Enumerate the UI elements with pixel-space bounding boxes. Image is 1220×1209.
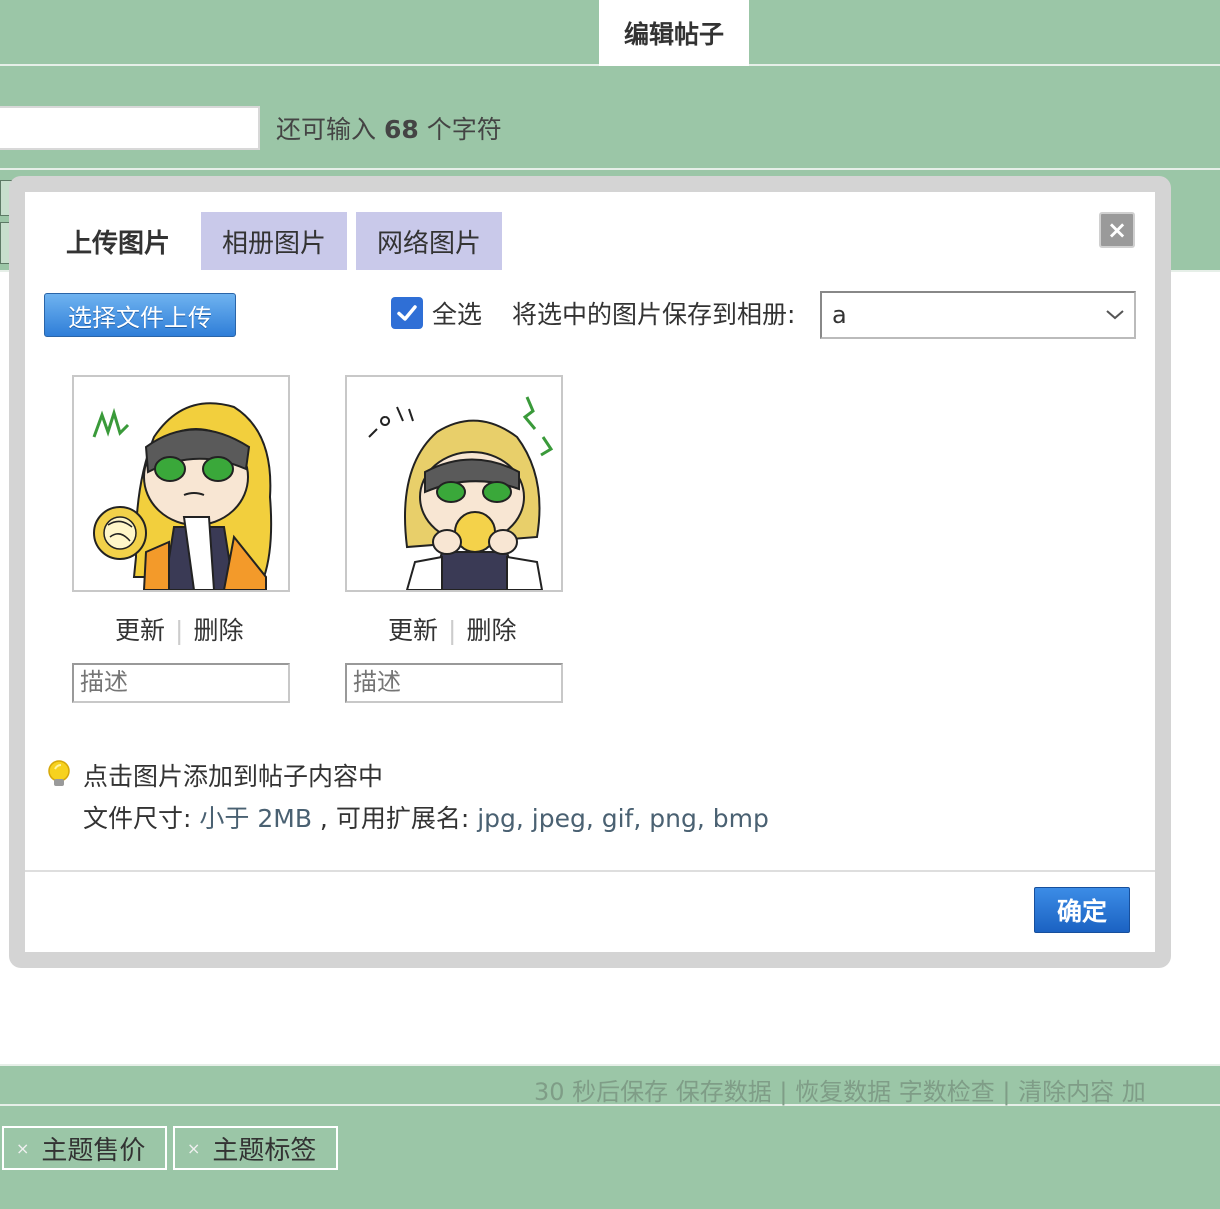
dialog-divider xyxy=(25,870,1155,872)
tab-album-image[interactable]: 相册图片 xyxy=(201,212,347,270)
select-file-upload-button[interactable]: 选择文件上传 xyxy=(44,293,236,337)
check-icon xyxy=(397,305,417,321)
post-options: × 主题售价 × 主题标签 xyxy=(0,1106,1220,1209)
image-actions: 更新 | 删除 xyxy=(115,611,243,647)
save-to-album-label: 将选中的图片保存到相册: xyxy=(512,300,796,329)
image-actions: 更新 | 删除 xyxy=(388,611,516,647)
top-tab-bar: 编辑帖子 xyxy=(0,0,1220,66)
remaining-count: 68 xyxy=(383,115,419,144)
confirm-button[interactable]: 确定 xyxy=(1034,887,1130,933)
image-description-input[interactable] xyxy=(345,663,563,703)
album-select[interactable]: a xyxy=(820,291,1136,339)
ext-label: , 可用扩展名: xyxy=(319,804,470,833)
option-thread-tags[interactable]: × 主题标签 xyxy=(173,1126,338,1170)
status-text: 30 秒后保存 保存数据 | 恢复数据 字数检查 | 清除内容 加 xyxy=(534,1078,1146,1106)
ext-value: jpg, jpeg, gif, png, bmp xyxy=(477,804,769,833)
close-icon: × xyxy=(16,1138,30,1158)
subject-row: 还可输入 68 个字符 xyxy=(0,66,1220,170)
hint-suffix: 个字符 xyxy=(426,115,502,144)
subject-char-hint: 还可输入 68 个字符 xyxy=(276,110,502,146)
tab-edit-post[interactable]: 编辑帖子 xyxy=(599,0,749,66)
delete-image-link[interactable]: 删除 xyxy=(466,616,516,645)
hint-prefix: 还可输入 xyxy=(276,115,377,144)
select-all-label: 全选 xyxy=(432,300,483,329)
filesize-label: 文件尺寸: xyxy=(83,804,192,833)
separator: | xyxy=(448,616,457,645)
close-icon[interactable]: × xyxy=(1099,212,1135,248)
option-label: 主题售价 xyxy=(41,1135,146,1166)
close-icon: × xyxy=(187,1138,201,1158)
filesize-value: 小于 2MB xyxy=(199,804,312,833)
delete-image-link[interactable]: 删除 xyxy=(193,616,243,645)
tab-upload-image[interactable]: 上传图片 xyxy=(45,212,191,270)
album-selected-value: a xyxy=(832,301,847,329)
update-image-link[interactable]: 更新 xyxy=(388,616,438,645)
option-label: 主题标签 xyxy=(212,1135,317,1166)
uploaded-image-thumbnail[interactable] xyxy=(72,375,290,592)
file-requirements: 文件尺寸: 小于 2MB , 可用扩展名: jpg, jpeg, gif, pn… xyxy=(83,799,769,835)
character-sticker-image xyxy=(368,396,554,590)
tab-web-image[interactable]: 网络图片 xyxy=(356,212,502,270)
subject-input[interactable] xyxy=(0,106,260,150)
lightbulb-icon xyxy=(48,760,70,786)
uploaded-image-thumbnail[interactable] xyxy=(345,375,563,592)
chevron-down-icon xyxy=(1106,310,1124,320)
character-sticker-image xyxy=(92,402,273,590)
editor-status-bar: 30 秒后保存 保存数据 | 恢复数据 字数检查 | 清除内容 加 xyxy=(0,1064,1220,1106)
image-description-input[interactable] xyxy=(72,663,290,703)
select-all-checkbox[interactable] xyxy=(391,297,423,329)
update-image-link[interactable]: 更新 xyxy=(115,616,165,645)
separator: | xyxy=(175,616,184,645)
option-thread-price[interactable]: × 主题售价 xyxy=(2,1126,167,1170)
tip-text: 点击图片添加到帖子内容中 xyxy=(83,762,384,791)
